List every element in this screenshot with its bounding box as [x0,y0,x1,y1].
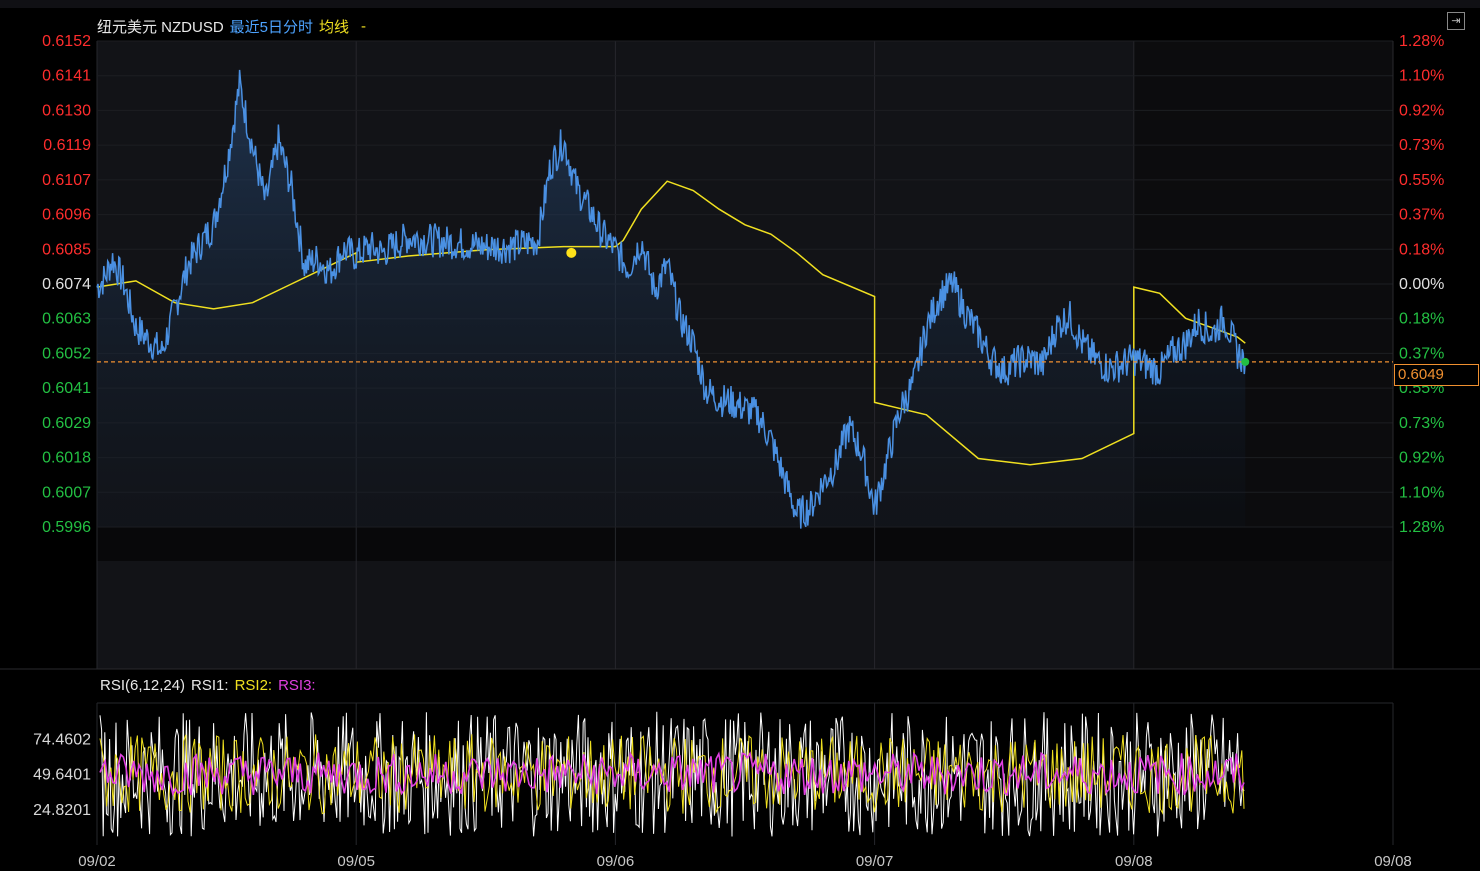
price-tick-label: 0.6107 [42,172,91,189]
price-tick-label: 0.6029 [42,415,91,432]
price-tick-label: 0.6007 [42,484,91,501]
price-tick-label: 0.6096 [42,207,91,224]
expand-icon[interactable]: ⇥ [1447,12,1465,30]
price-tick-label: 0.6041 [42,380,91,397]
percent-tick-label: 0.73% [1399,415,1444,432]
percent-tick-label: 0.37% [1399,345,1444,362]
instrument-name: 纽元美元 NZDUSD [97,18,224,36]
rsi1-label: RSI1: [191,676,229,694]
volume-gap [97,527,1393,561]
sub-panel-bg-last-day [1134,561,1393,669]
ma-label: 均线 [319,18,350,36]
ma-marker-dot [566,247,577,258]
percent-tick-label: 0.92% [1399,102,1444,119]
last-price-dot [1241,357,1250,366]
price-tick-label: 0.6074 [42,276,91,293]
percent-tick-label: 0.18% [1399,311,1444,328]
percent-tick-label: 1.28% [1399,33,1444,50]
current-price-tag: 0.6049 [1394,364,1479,386]
percent-tick-label: 0.92% [1399,450,1444,467]
price-tick-label: 0.6152 [42,33,91,50]
date-tick-label: 09/07 [856,853,894,870]
percent-tick-label: 1.10% [1399,484,1444,501]
rsi2-label: RSI2: [234,676,273,694]
time-range-label[interactable]: 最近5日分时 [230,16,313,37]
date-tick-label: 09/06 [597,853,635,870]
price-tick-label: 0.6018 [42,450,91,467]
rsi-tick-label: 49.6401 [33,767,91,784]
price-tick-label: 0.5996 [42,519,91,536]
rsi-header: RSI(6,12,24) RSI1: RSI2: RSI3: [100,675,316,695]
price-tick-label: 0.6063 [42,311,91,328]
ma-value: - [361,17,367,35]
date-tick-label: 09/08 [1374,853,1412,870]
price-tick-label: 0.6052 [42,345,91,362]
percent-tick-label: 1.10% [1399,68,1444,85]
price-tick-label: 0.6141 [42,68,91,85]
percent-tick-label: 0.00% [1399,276,1444,293]
rsi3-label: RSI3: [278,676,316,694]
chart-canvas: 0.6152 0.6141 0.6130 0.6119 0.6107 0.6096 0.60… [0,33,1480,870]
percent-tick-label: 0.55% [1399,172,1444,189]
date-tick-label: 09/08 [1115,853,1153,870]
rsi-tick-label: 74.4602 [33,731,91,748]
price-tick-label: 0.6119 [43,137,91,154]
rsi-tick-label: 24.8201 [33,802,91,819]
percent-tick-label: 1.28% [1399,519,1444,536]
price-tick-label: 0.6085 [42,241,91,258]
date-tick-label: 09/02 [78,853,116,870]
percent-tick-label: 0.37% [1399,207,1444,224]
rsi-indicator-name[interactable]: RSI(6,12,24) [100,677,185,694]
percent-tick-label: 0.18% [1399,241,1444,258]
price-tick-label: 0.6130 [42,102,91,119]
chart-title: 纽元美元 NZDUSD 最近5日分时 均线 - [97,15,366,37]
date-tick-label: 09/05 [337,853,375,870]
percent-tick-label: 0.73% [1399,137,1444,154]
